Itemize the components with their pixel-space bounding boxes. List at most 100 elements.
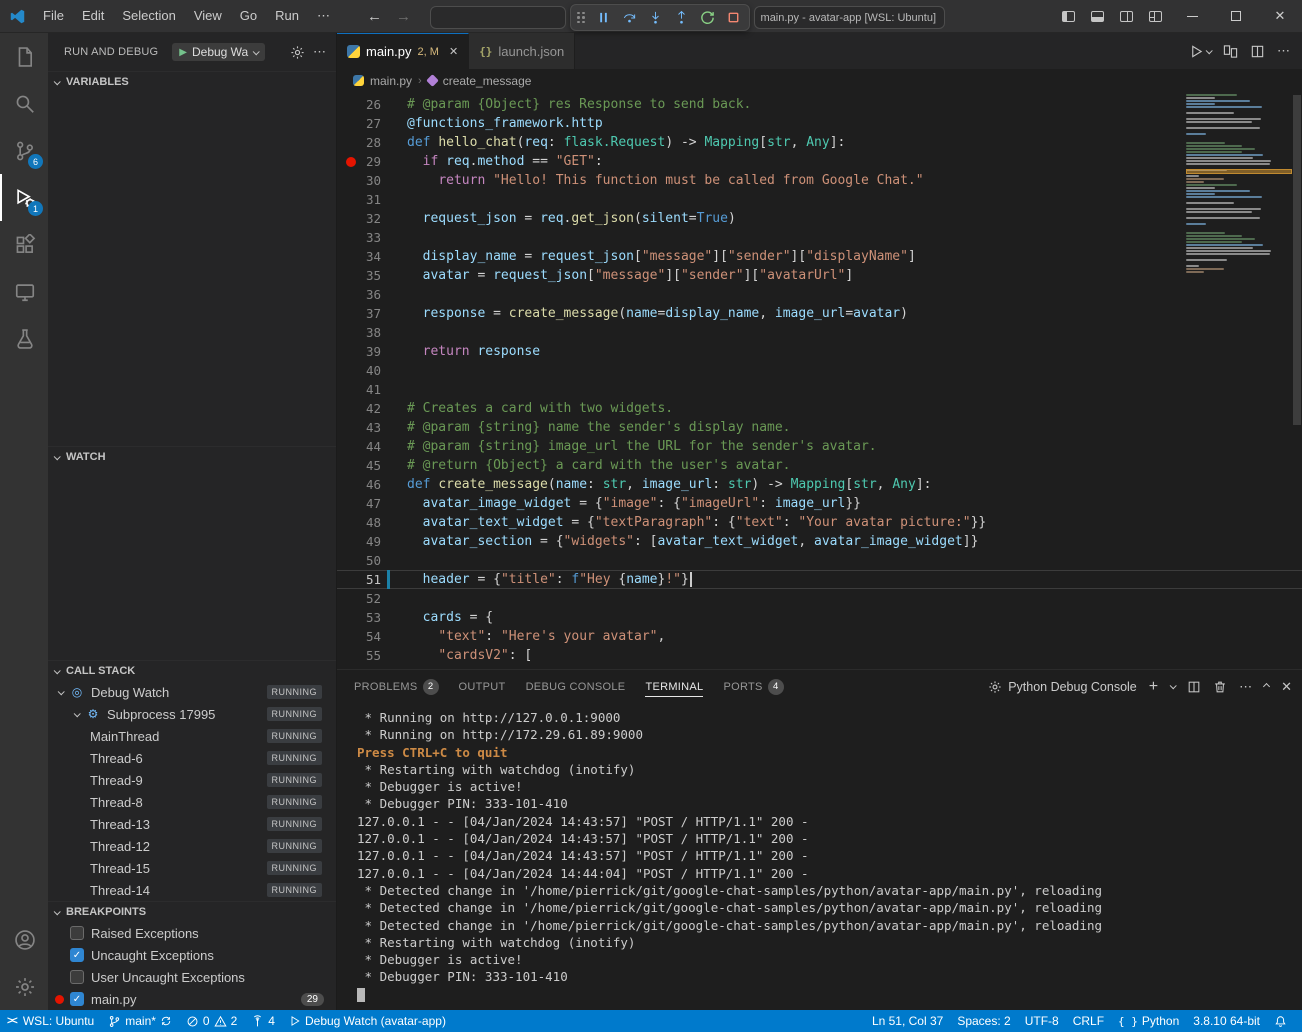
callstack-row[interactable]: MainThreadRUNNING: [48, 725, 336, 747]
gutter[interactable]: 45: [337, 456, 381, 475]
code-line[interactable]: 30 return "Hello! This function must be …: [337, 171, 1302, 190]
tab-launch.json[interactable]: {}launch.json: [469, 33, 575, 69]
code-line[interactable]: 48 avatar_text_widget = {"textParagraph"…: [337, 513, 1302, 532]
gutter[interactable]: 41: [337, 380, 381, 399]
callstack-row[interactable]: Thread-8RUNNING: [48, 791, 336, 813]
launch-config-picker[interactable]: ▶ Debug Wa: [172, 43, 265, 61]
remote-indicator[interactable]: >< WSL: Ubuntu: [0, 1010, 101, 1032]
breakpoint-row[interactable]: Raised Exceptions: [48, 922, 336, 944]
menu-item-view[interactable]: View: [185, 4, 231, 28]
run-python-file-button[interactable]: [1189, 44, 1211, 59]
gutter[interactable]: 39: [337, 342, 381, 361]
tab-main.py[interactable]: main.py2, M✕: [337, 33, 469, 69]
split-editor-icon[interactable]: [1250, 44, 1265, 59]
source-control-icon[interactable]: 6: [0, 127, 48, 174]
checkbox[interactable]: ✓: [70, 948, 84, 962]
gutter[interactable]: 36: [337, 285, 381, 304]
gutter[interactable]: 26: [337, 95, 381, 114]
maximize-button[interactable]: [1214, 0, 1258, 32]
callstack-row[interactable]: Thread-14RUNNING: [48, 879, 336, 901]
close-window-button[interactable]: ✕: [1258, 0, 1302, 32]
gutter[interactable]: 34: [337, 247, 381, 266]
menu-item-selection[interactable]: Selection: [113, 4, 184, 28]
code-line[interactable]: 29 if req.method == "GET":: [337, 152, 1302, 171]
close-panel-icon[interactable]: ✕: [1281, 679, 1292, 695]
breakpoint-row[interactable]: User Uncaught Exceptions: [48, 966, 336, 988]
gutter[interactable]: 47: [337, 494, 381, 513]
code-line[interactable]: 40: [337, 361, 1302, 380]
toggle-sidebar-icon[interactable]: [1054, 0, 1083, 32]
gutter[interactable]: 31: [337, 190, 381, 209]
breakpoint-icon[interactable]: [346, 157, 356, 167]
code-line[interactable]: 52: [337, 589, 1302, 608]
code-line[interactable]: 32 request_json = req.get_json(silent=Tr…: [337, 209, 1302, 228]
command-center-search[interactable]: [430, 6, 566, 29]
toggle-panel-icon[interactable]: [1083, 0, 1112, 32]
language-mode[interactable]: { } Python: [1111, 1010, 1186, 1032]
variables-section-header[interactable]: VARIABLES: [48, 71, 336, 92]
customize-layout-icon[interactable]: [1141, 0, 1170, 32]
panel-tab-debug-console[interactable]: DEBUG CONSOLE: [526, 670, 626, 703]
code-line[interactable]: 44# @param {string} image_url the URL fo…: [337, 437, 1302, 456]
search-icon[interactable]: [0, 80, 48, 127]
forward-arrow-icon[interactable]: →: [396, 8, 411, 25]
editor-more-actions-icon[interactable]: ⋯: [1277, 43, 1290, 59]
minimize-button[interactable]: [1170, 0, 1214, 32]
encoding-status[interactable]: UTF-8: [1018, 1010, 1066, 1032]
code-line[interactable]: 31: [337, 190, 1302, 209]
forwarded-ports-status[interactable]: 4: [244, 1010, 282, 1032]
call-stack-section-header[interactable]: CALL STACK: [48, 660, 336, 681]
eol-status[interactable]: CRLF: [1066, 1010, 1111, 1032]
step-out-button[interactable]: [669, 6, 693, 29]
gutter[interactable]: 42: [337, 399, 381, 418]
gutter[interactable]: 52: [337, 589, 381, 608]
watch-section-header[interactable]: WATCH: [48, 446, 336, 467]
drag-handle-icon[interactable]: [577, 12, 585, 24]
python-interpreter[interactable]: 3.8.10 64-bit: [1186, 1010, 1267, 1032]
breakpoint-row[interactable]: ✓Uncaught Exceptions: [48, 944, 336, 966]
debug-session-status[interactable]: Debug Watch (avatar-app): [282, 1010, 453, 1032]
code-line[interactable]: 28def hello_chat(req: flask.Request) -> …: [337, 133, 1302, 152]
checkbox[interactable]: [70, 926, 84, 940]
menu-item-more[interactable]: ⋯: [308, 4, 339, 28]
branch-status[interactable]: main*: [101, 1010, 179, 1032]
gutter[interactable]: 28: [337, 133, 381, 152]
callstack-row[interactable]: Thread-9RUNNING: [48, 769, 336, 791]
back-arrow-icon[interactable]: ←: [367, 8, 382, 25]
code-line[interactable]: 45# @return {Object} a card with the use…: [337, 456, 1302, 475]
window-title[interactable]: main.py - avatar-app [WSL: Ubuntu]: [754, 6, 945, 29]
indentation-status[interactable]: Spaces: 2: [950, 1010, 1017, 1032]
gutter[interactable]: 53: [337, 608, 381, 627]
gutter[interactable]: 29: [337, 152, 381, 171]
accounts-icon[interactable]: [0, 916, 48, 963]
checkbox[interactable]: [70, 970, 84, 984]
kill-terminal-icon[interactable]: [1213, 680, 1227, 694]
more-actions-icon[interactable]: ⋯: [313, 44, 326, 60]
step-into-button[interactable]: [643, 6, 667, 29]
gutter[interactable]: 55: [337, 646, 381, 665]
gutter[interactable]: 48: [337, 513, 381, 532]
breakpoint-row[interactable]: ✓main.py29: [48, 988, 336, 1010]
code-line[interactable]: 41: [337, 380, 1302, 399]
code-line[interactable]: 34 display_name = request_json["message"…: [337, 247, 1302, 266]
breadcrumb-file[interactable]: main.py: [370, 74, 412, 88]
code-line[interactable]: 38: [337, 323, 1302, 342]
split-terminal-icon[interactable]: [1187, 680, 1201, 694]
settings-gear-icon[interactable]: [0, 963, 48, 1010]
gutter[interactable]: 30: [337, 171, 381, 190]
menu-item-edit[interactable]: Edit: [73, 4, 113, 28]
code-line[interactable]: 36: [337, 285, 1302, 304]
code-line[interactable]: 53 cards = {: [337, 608, 1302, 627]
code-line[interactable]: 26# @param {Object} res Response to send…: [337, 95, 1302, 114]
step-over-button[interactable]: [617, 6, 641, 29]
terminal-output[interactable]: * Running on http://127.0.0.1:9000 * Run…: [337, 703, 1302, 1010]
start-debug-icon[interactable]: ▶: [179, 47, 187, 58]
panel-tab-terminal[interactable]: TERMINAL: [645, 670, 703, 703]
gutter[interactable]: 32: [337, 209, 381, 228]
pause-button[interactable]: [591, 6, 615, 29]
code-line[interactable]: 35 avatar = request_json["message"]["sen…: [337, 266, 1302, 285]
menu-item-file[interactable]: File: [34, 4, 73, 28]
gutter[interactable]: 54: [337, 627, 381, 646]
gutter[interactable]: 38: [337, 323, 381, 342]
callstack-row[interactable]: Thread-13RUNNING: [48, 813, 336, 835]
